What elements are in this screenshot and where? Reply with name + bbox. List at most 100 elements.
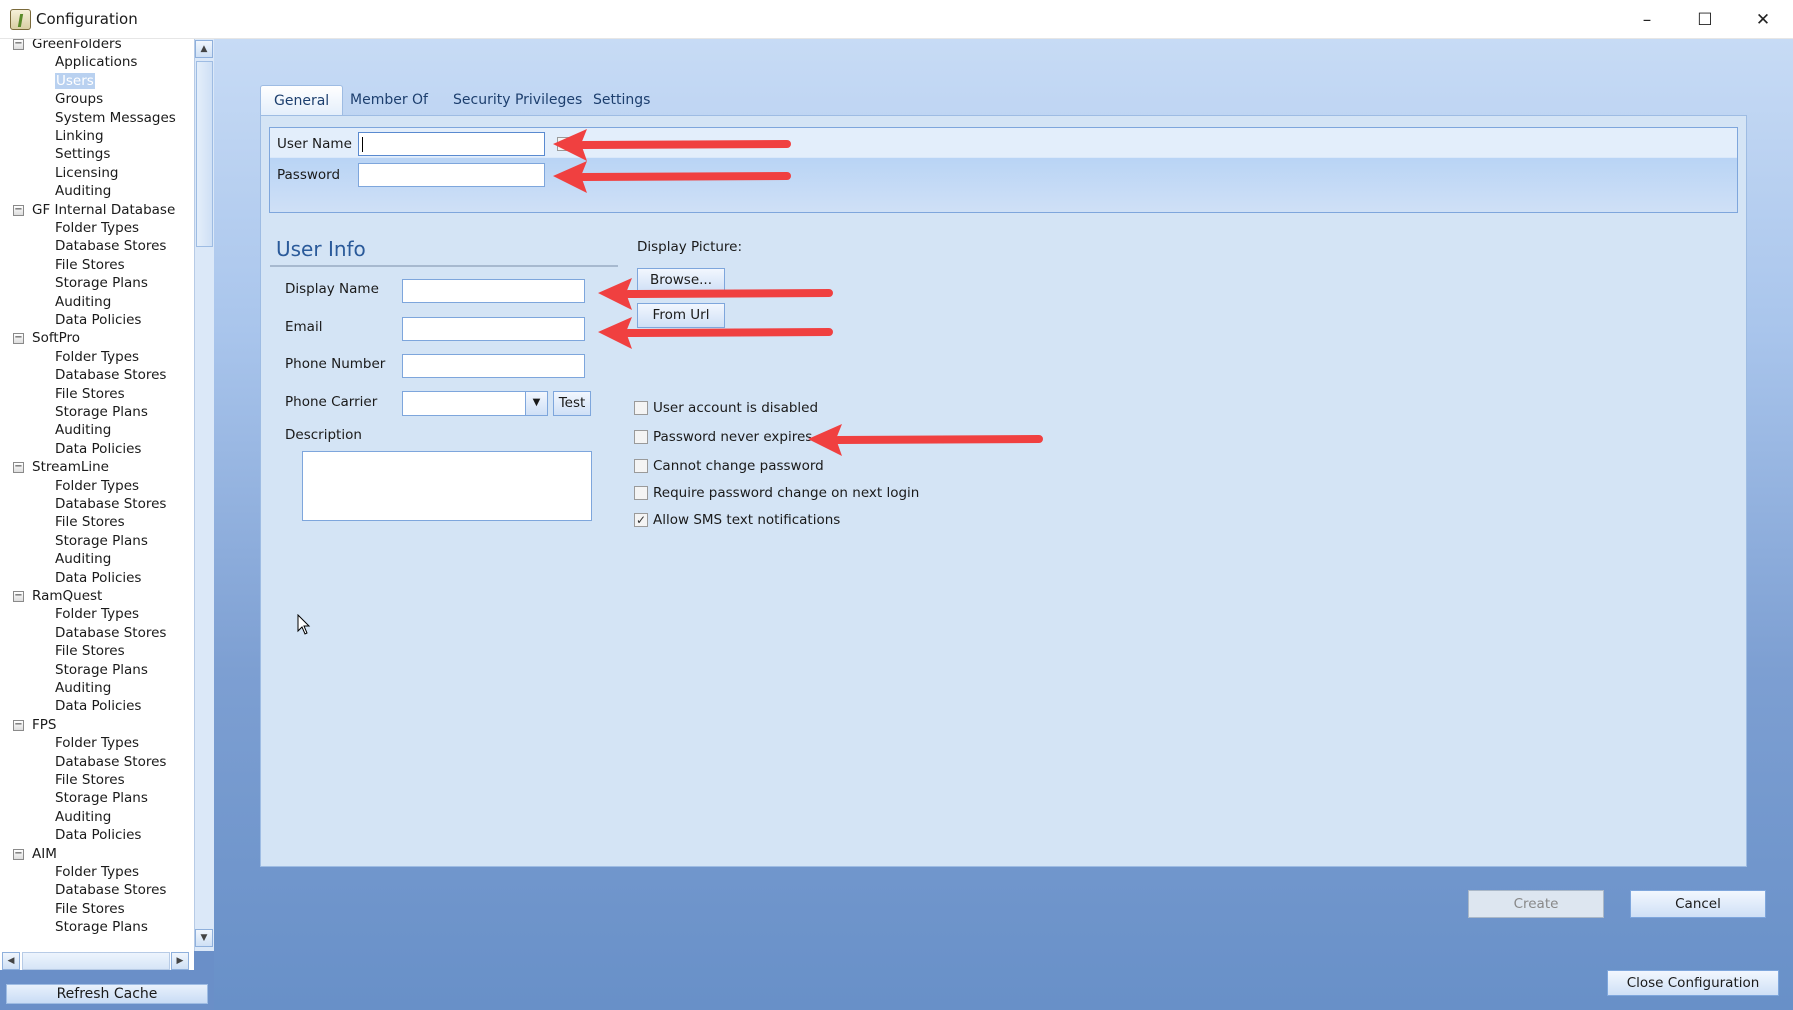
tree-item[interactable]: File Stores xyxy=(55,385,125,403)
tree-item-label: Data Policies xyxy=(55,827,142,844)
scroll-left-icon[interactable]: ◀ xyxy=(2,952,20,970)
scroll-down-icon[interactable]: ▼ xyxy=(195,929,213,947)
cancel-button[interactable]: Cancel xyxy=(1630,890,1766,918)
password-input[interactable] xyxy=(358,163,545,187)
tree-group[interactable]: GF Internal Database xyxy=(32,201,175,219)
tree-item[interactable]: Storage Plans xyxy=(55,274,148,292)
tree-item[interactable]: Database Stores xyxy=(55,753,166,771)
tree-item[interactable]: System Messages xyxy=(55,109,176,127)
tree-group[interactable]: FPS xyxy=(32,716,56,734)
tree-item[interactable]: Folder Types xyxy=(55,734,139,752)
tree-item[interactable]: File Stores xyxy=(55,256,125,274)
create-button[interactable]: Create xyxy=(1468,890,1604,918)
tree-horizontal-scrollbar[interactable]: ◀ ▶ xyxy=(0,951,194,970)
option-checkbox[interactable]: ✓ xyxy=(634,513,648,527)
option-checkbox[interactable] xyxy=(634,459,648,473)
tree-item[interactable]: Auditing xyxy=(55,182,111,200)
tree-group[interactable]: AIM xyxy=(32,845,57,863)
tree-item[interactable]: Storage Plans xyxy=(55,661,148,679)
refresh-cache-button[interactable]: Refresh Cache xyxy=(6,984,208,1004)
tree-group[interactable]: StreamLine xyxy=(32,458,109,476)
tree-item-label: Storage Plans xyxy=(55,532,148,549)
from-url-button[interactable]: From Url xyxy=(637,303,725,328)
tree-item[interactable]: Data Policies xyxy=(55,569,141,587)
tree-item[interactable]: Database Stores xyxy=(55,495,166,513)
option-checkbox[interactable] xyxy=(634,401,648,415)
windows-auth-checkbox[interactable] xyxy=(557,137,571,151)
tree-item[interactable]: Database Stores xyxy=(55,366,166,384)
tree-item[interactable]: Folder Types xyxy=(55,348,139,366)
tree-item[interactable]: Users xyxy=(55,72,95,90)
tree-item[interactable]: Storage Plans xyxy=(55,789,148,807)
tree-item[interactable]: Auditing xyxy=(55,679,111,697)
tree-item[interactable]: Folder Types xyxy=(55,605,139,623)
tree-item[interactable]: Data Policies xyxy=(55,440,141,458)
scroll-up-icon[interactable]: ▲ xyxy=(195,40,213,58)
tab-settings[interactable]: Settings xyxy=(580,85,663,116)
minimize-button[interactable]: – xyxy=(1618,0,1676,39)
description-textarea[interactable] xyxy=(302,451,592,521)
collapse-icon[interactable]: − xyxy=(13,333,24,345)
phone-carrier-select[interactable]: ▼ xyxy=(402,391,548,416)
close-configuration-button[interactable]: Close Configuration xyxy=(1607,970,1779,996)
tree-item-label: Database Stores xyxy=(55,367,167,384)
tree-item[interactable]: File Stores xyxy=(55,771,125,789)
tree-item[interactable]: Folder Types xyxy=(55,219,139,237)
tree-item[interactable]: Database Stores xyxy=(55,881,166,899)
tree-item[interactable]: Settings xyxy=(55,145,110,163)
tree-item[interactable]: Auditing xyxy=(55,808,111,826)
collapse-icon[interactable]: − xyxy=(13,719,24,731)
tree-item-label: Groups xyxy=(55,91,104,108)
test-button[interactable]: Test xyxy=(553,391,591,416)
close-button[interactable]: ✕ xyxy=(1734,0,1792,39)
tree-item[interactable]: File Stores xyxy=(55,513,125,531)
tree-group[interactable]: SoftPro xyxy=(32,329,80,347)
browse-button[interactable]: Browse... xyxy=(637,268,725,293)
chevron-down-icon[interactable]: ▼ xyxy=(525,392,547,415)
tree-group[interactable]: RamQuest xyxy=(32,587,102,605)
scroll-thumb[interactable] xyxy=(22,952,170,970)
tree-item[interactable]: Licensing xyxy=(55,164,118,182)
tree-item-label: File Stores xyxy=(55,256,125,273)
collapse-icon[interactable]: − xyxy=(13,39,24,50)
tree-item[interactable]: Auditing xyxy=(55,293,111,311)
tree-item[interactable]: Auditing xyxy=(55,421,111,439)
tab-member-of[interactable]: Member Of xyxy=(337,85,441,116)
tree-item[interactable]: File Stores xyxy=(55,900,125,918)
tree-item[interactable]: Database Stores xyxy=(55,237,166,255)
tree-item[interactable]: Data Policies xyxy=(55,826,141,844)
tree-item[interactable]: Storage Plans xyxy=(55,403,148,421)
tree-group[interactable]: GreenFolders xyxy=(32,39,122,53)
collapse-icon[interactable]: − xyxy=(13,848,24,860)
tree-item[interactable]: Database Stores xyxy=(55,624,166,642)
tree-item[interactable]: Data Policies xyxy=(55,311,141,329)
scroll-right-icon[interactable]: ▶ xyxy=(171,952,189,970)
tree-vertical-scrollbar[interactable]: ▲ ▼ xyxy=(194,39,214,951)
tree-item-label: File Stores xyxy=(55,772,125,788)
email-input[interactable] xyxy=(402,317,585,341)
maximize-button[interactable]: ☐ xyxy=(1676,0,1734,39)
tree-item[interactable]: Applications xyxy=(55,53,137,71)
tree-item[interactable]: Auditing xyxy=(55,550,111,568)
tab-security-privileges[interactable]: Security Privileges xyxy=(440,85,595,116)
collapse-icon[interactable]: − xyxy=(13,462,24,474)
tree-item[interactable]: File Stores xyxy=(55,642,125,660)
tree-item-label: Folder Types xyxy=(55,477,140,494)
tree-item[interactable]: Groups xyxy=(55,90,103,108)
tab-general[interactable]: General xyxy=(260,85,344,116)
tree-item[interactable]: Data Policies xyxy=(55,697,141,715)
username-input[interactable] xyxy=(358,132,545,156)
tree-item[interactable]: Folder Types xyxy=(55,863,139,881)
option-checkbox[interactable] xyxy=(634,430,648,444)
phone-number-input[interactable] xyxy=(402,354,585,378)
option-checkbox[interactable] xyxy=(634,486,648,500)
navigation-tree[interactable]: GreenFolders − Applications Users Groups Syst… xyxy=(0,39,194,951)
collapse-icon[interactable]: − xyxy=(13,591,24,602)
collapse-icon[interactable]: − xyxy=(13,204,24,216)
tree-item[interactable]: Linking xyxy=(55,127,104,145)
tree-item[interactable]: Folder Types xyxy=(55,477,139,495)
display-name-input[interactable] xyxy=(402,279,585,303)
scroll-thumb[interactable] xyxy=(196,61,213,247)
tree-item[interactable]: Storage Plans xyxy=(55,918,148,936)
tree-item[interactable]: Storage Plans xyxy=(55,532,148,550)
